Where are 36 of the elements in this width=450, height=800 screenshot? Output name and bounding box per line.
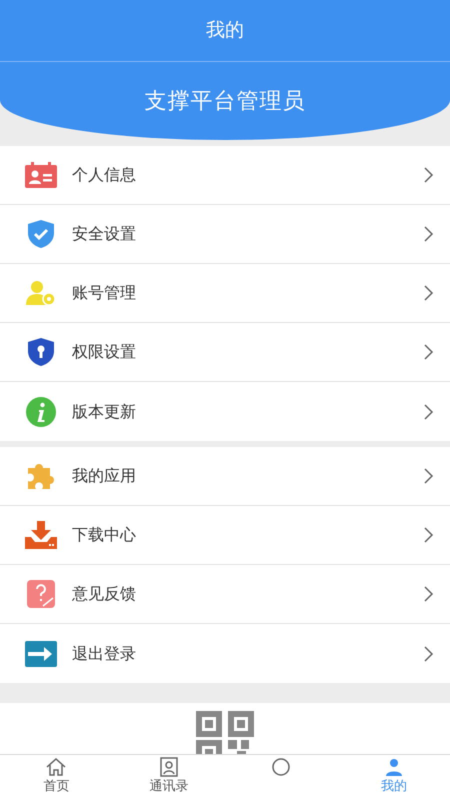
chevron-right-icon (424, 167, 434, 183)
download-icon (25, 521, 57, 549)
chevron-right-icon (424, 344, 434, 360)
home-icon (45, 757, 68, 777)
shield-check-icon (28, 220, 54, 248)
menu-item[interactable]: 我的应用 (0, 447, 450, 506)
qr-code-icon[interactable] (196, 711, 254, 754)
logout-icon (25, 640, 57, 666)
menu-item[interactable]: 安全设置 (0, 205, 450, 264)
puzzle-icon (26, 462, 56, 490)
chevron-right-icon (424, 646, 434, 662)
tab-button[interactable]: 首页 (0, 755, 112, 800)
chevron-right-icon (424, 404, 434, 420)
user-gear-icon (26, 280, 56, 306)
menu-item[interactable]: 下载中心 (0, 506, 450, 565)
chevron-right-icon (424, 586, 434, 602)
tab-button[interactable]: 通讯录 (112, 755, 225, 800)
menu-item[interactable]: 版本更新 (0, 382, 450, 441)
id-card-icon (25, 162, 57, 188)
menu-item[interactable]: 权限设置 (0, 323, 450, 382)
chevron-right-icon (424, 285, 434, 301)
tab-icon (271, 757, 292, 777)
chevron-right-icon (424, 527, 434, 543)
user-name: 支撑平台管理员 (144, 88, 306, 116)
chevron-right-icon (424, 468, 434, 484)
question-note-icon (27, 580, 55, 608)
page-title: 我的 (206, 18, 244, 44)
person-icon (384, 757, 404, 777)
menu-item[interactable]: 个人信息 (0, 146, 450, 205)
menu-item[interactable]: 账号管理 (0, 264, 450, 323)
chevron-right-icon (424, 226, 434, 242)
menu-item[interactable]: 意见反馈 (0, 565, 450, 624)
contact-card-icon (160, 757, 178, 777)
info-icon (26, 396, 56, 426)
menu-item[interactable]: 退出登录 (0, 624, 450, 683)
shield-lock-icon (28, 338, 54, 366)
